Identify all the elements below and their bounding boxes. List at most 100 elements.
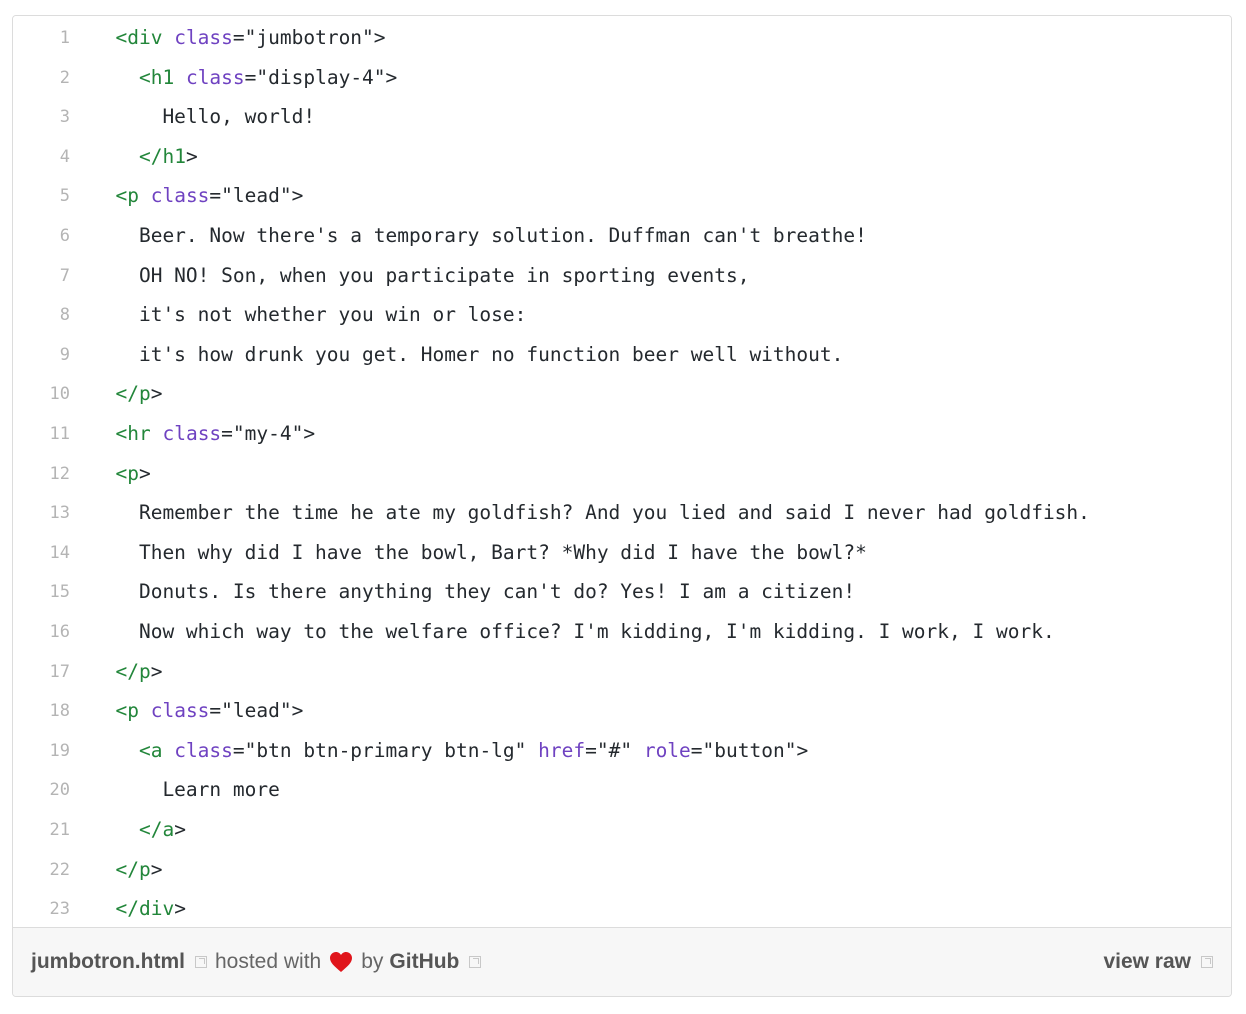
code-line: 6 Beer. Now there's a temporary solution… [13,216,1231,256]
code-line: 10 </p> [13,374,1231,414]
line-number[interactable]: 3 [13,97,70,137]
code-token: ="#" [585,738,644,762]
code-content: it's how drunk you get. Homer no functio… [92,335,843,375]
line-number[interactable]: 11 [13,414,70,454]
line-number[interactable]: 2 [13,58,70,98]
code-line: 2 <h1 class="display-4"> [13,58,1231,98]
code-content: Now which way to the welfare office? I'm… [92,612,1055,652]
code-token: Remember the time he ate my goldfish? An… [92,501,1090,525]
code-content: Then why did I have the bowl, Bart? *Why… [92,533,867,573]
code-token: > [150,382,163,406]
code-content: </p> [92,652,162,692]
code-line: 12 <p> [13,454,1231,494]
code-line: 16 Now which way to the welfare office? … [13,612,1231,652]
code-token: <a [138,738,163,762]
line-number[interactable]: 16 [13,612,70,652]
code-content: OH NO! Son, when you participate in spor… [92,256,750,296]
code-token: > [138,461,151,485]
code-token: ="jumbotron"> [232,26,386,49]
code-line: 23 </div> [13,889,1231,929]
code-token: > [150,857,163,881]
code-token: ="button"> [690,738,809,762]
gist-filename-link[interactable]: jumbotron.html [31,950,185,974]
github-link[interactable]: GitHub [389,950,459,974]
code-content: </p> [92,850,162,890]
gist-footer: jumbotron.html hosted with by GitHub vie… [13,927,1231,996]
external-link-icon[interactable] [1201,956,1213,968]
code-line: 19 <a class="btn btn-primary btn-lg" hre… [13,731,1231,771]
gist-embed: 1 <div class="jumbotron"> 2 <h1 class="di… [12,15,1232,997]
code-token: ="lead"> [209,699,304,723]
line-number[interactable]: 12 [13,454,70,494]
code-token: </p [115,857,151,881]
line-number[interactable]: 15 [13,572,70,612]
code-token: </div [115,897,175,921]
code-token: </h1 [138,144,186,168]
line-number[interactable]: 7 [13,256,70,296]
line-number[interactable]: 18 [13,691,70,731]
view-raw-link[interactable]: view raw [1103,950,1191,974]
code-token: > [185,144,198,168]
code-token: </p [115,382,151,406]
code-token: Hello, world! [92,105,316,129]
line-number[interactable]: 8 [13,295,70,335]
code-line: 21 </a> [13,810,1231,850]
line-number[interactable]: 4 [13,137,70,177]
code-content: Hello, world! [92,97,315,137]
external-link-icon[interactable] [469,956,482,968]
code-token: ="my-4"> [221,422,316,445]
code-content: <h1 class="display-4"> [92,58,397,98]
code-token: Learn more [92,778,280,802]
code-token: it's how drunk you get. Homer no functio… [92,342,844,366]
code-panel: 1 <div class="jumbotron"> 2 <h1 class="di… [13,16,1231,928]
line-number[interactable]: 21 [13,810,70,850]
code-content: <a class="btn btn-primary btn-lg" href="… [92,731,808,771]
line-number[interactable]: 13 [13,493,70,533]
code-line: 17 </p> [13,652,1231,692]
gist-meta: jumbotron.html hosted with by GitHub [31,928,489,996]
line-number[interactable]: 19 [13,731,70,771]
code-line: 3 Hello, world! [13,97,1231,137]
code-content: <p class="lead"> [92,176,303,216]
line-number[interactable]: 23 [13,889,70,929]
code-token: Then why did I have the bowl, Bart? *Why… [92,540,867,564]
code-line: 1 <div class="jumbotron"> [13,18,1231,58]
code-token: class [185,65,245,89]
line-number[interactable]: 1 [13,18,70,58]
line-number[interactable]: 10 [13,374,70,414]
line-number[interactable]: 6 [13,216,70,256]
code-content: it's not whether you win or lose: [92,295,526,335]
code-token: ="lead"> [209,184,304,208]
code-token: </a [138,818,175,841]
code-token: <hr [115,422,151,445]
code-line: 4 </h1> [13,137,1231,177]
line-number[interactable]: 20 [13,770,70,810]
code-content: </a> [92,810,186,850]
line-number[interactable]: 17 [13,652,70,692]
external-link-icon[interactable] [194,956,207,968]
line-number[interactable]: 22 [13,850,70,890]
code-token: <p [115,461,139,485]
code-line: 8 it's not whether you win or lose: [13,295,1231,335]
line-number[interactable]: 9 [13,335,70,375]
code-token: class [174,26,233,49]
code-token: class [150,699,210,723]
code-line: 14 Then why did I have the bowl, Bart? *… [13,533,1231,573]
code-content: <p> [92,454,151,494]
line-number[interactable]: 5 [13,176,70,216]
code-token: ="display-4"> [244,65,398,89]
line-number[interactable]: 14 [13,533,70,573]
code-line: 15 Donuts. Is there anything they can't … [13,572,1231,612]
